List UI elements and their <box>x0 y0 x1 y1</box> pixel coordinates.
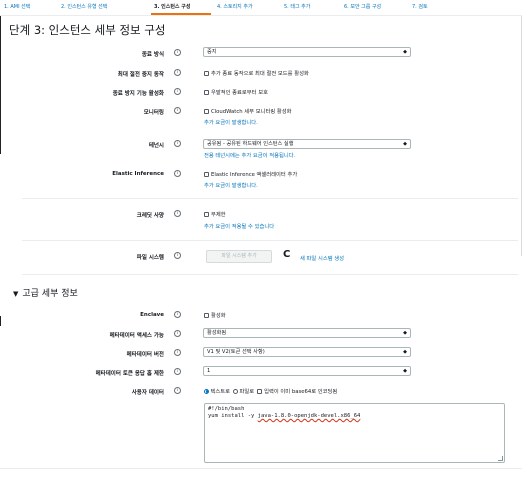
info-icon[interactable]: i <box>174 210 181 217</box>
refresh-icon[interactable]: C <box>283 249 290 260</box>
file-systems-label: 파일 시스템 <box>136 255 164 261</box>
metadata-version-value: V1 및 V2(토큰 선택 사항) <box>207 349 265 355</box>
checkbox[interactable] <box>204 211 209 217</box>
tenancy-label: 테넌시 <box>148 143 164 149</box>
step-storage[interactable]: 4. 스토리지 추가 <box>217 3 253 10</box>
checkbox-label: CloudWatch 세부 모니터링 활성화 <box>211 109 292 115</box>
termination-protection-option[interactable]: 우발적인 종료로부터 보호 <box>204 88 268 96</box>
info-icon[interactable]: i <box>174 368 181 375</box>
select-caret-icon: ◆ <box>403 141 407 147</box>
stop-hibernate-option[interactable]: 추가 종료 동작으로 최대 절전 모드를 활성화 <box>204 69 309 77</box>
info-icon[interactable]: i <box>174 330 181 337</box>
tenancy-charge-note: 전용 테넌시에는 추가 요금이 적용됩니다. <box>204 153 296 159</box>
as-text-label: 텍스트로 <box>210 389 231 395</box>
shutdown-behavior-label: 종료 방식 <box>141 52 164 58</box>
bottom-divider <box>0 468 522 469</box>
info-icon[interactable]: i <box>174 311 181 318</box>
step-configure[interactable]: 3. 인스턴스 구성 <box>154 3 190 10</box>
info-icon[interactable]: i <box>174 349 181 356</box>
enclave-option[interactable]: 활성화 <box>204 311 226 319</box>
step-review[interactable]: 7. 검토 <box>412 3 428 10</box>
credit-spec-label: 크레딧 사양 <box>136 213 164 219</box>
select-caret-icon: ◆ <box>403 330 407 336</box>
base64-checkbox-label: 입력이 이미 base64로 인코딩됨 <box>264 389 338 395</box>
tenancy-value: 공유됨 - 공유된 하드웨어 인스턴스 실행 <box>207 141 294 147</box>
advanced-details-toggle[interactable]: ▼ 고급 세부 정보 <box>13 286 78 299</box>
section-divider <box>22 274 518 275</box>
checkbox-label: 무제한 <box>211 212 226 218</box>
elastic-inference-label: Elastic Inference <box>112 171 164 177</box>
tenancy-select[interactable]: 공유됨 - 공유된 하드웨어 인스턴스 실행 ◆ <box>203 139 411 149</box>
info-icon[interactable]: i <box>174 140 181 147</box>
create-file-system-link[interactable]: 새 파일 시스템 생성 <box>300 254 344 262</box>
as-file-label: 파일로 <box>239 389 255 395</box>
checkbox[interactable] <box>204 171 209 177</box>
metadata-hop-limit-label: 메타데이터 토큰 응답 홉 제한 <box>95 371 164 377</box>
checkbox-label: Elastic Inference 액셀러레이터 추가 <box>211 172 298 178</box>
user-data-label: 사용자 데이터 <box>131 390 164 396</box>
checkbox[interactable] <box>204 312 209 318</box>
info-icon[interactable]: i <box>174 49 181 56</box>
credit-spec-charge-note: 추가 요금이 적용될 수 있습니다 <box>204 224 275 230</box>
user-data-line-1: #!/bin/bash <box>208 406 245 412</box>
step-instance-type[interactable]: 2. 인스턴스 유형 선택 <box>61 3 107 10</box>
checkbox[interactable] <box>204 108 209 114</box>
as-file-radio[interactable] <box>233 388 238 394</box>
user-data-input-mode: 텍스트로 파일로 입력이 이미 base64로 인코딩됨 <box>204 387 337 395</box>
monitoring-label: 모니터링 <box>143 110 164 116</box>
info-icon[interactable]: i <box>174 88 181 95</box>
left-border-lower <box>0 316 1 326</box>
base64-checkbox[interactable] <box>257 388 263 394</box>
info-icon[interactable]: i <box>174 387 181 394</box>
monitoring-option[interactable]: CloudWatch 세부 모니터링 활성화 <box>204 107 292 115</box>
active-step-indicator <box>151 13 211 15</box>
checkbox-label: 활성화 <box>211 313 226 319</box>
stop-hibernate-label: 최대 절전 중지 동작 <box>117 72 164 78</box>
step-ami[interactable]: 1. AMI 선택 <box>4 3 30 10</box>
shutdown-behavior-value: 중지 <box>207 49 217 55</box>
page-title: 단계 3: 인스턴스 세부 정보 구성 <box>9 23 166 37</box>
metadata-accessible-value: 활성화됨 <box>207 330 227 336</box>
step-tags[interactable]: 5. 태그 추가 <box>284 3 310 10</box>
user-data-command: yum install -y <box>208 413 258 419</box>
section-divider <box>22 240 518 241</box>
user-data-package: java-1.8.0-openjdk-devel.x86_64 <box>257 413 361 419</box>
info-icon[interactable]: i <box>174 170 181 177</box>
checkbox[interactable] <box>204 70 209 76</box>
select-caret-icon: ◆ <box>403 349 407 355</box>
metadata-accessible-select[interactable]: 활성화됨 ◆ <box>203 328 411 338</box>
elastic-inference-charge-note: 추가 요금이 발생합니다. <box>204 183 258 189</box>
metadata-hop-limit-value: 1 <box>207 368 211 374</box>
metadata-version-select[interactable]: V1 및 V2(토큰 선택 사항) ◆ <box>203 347 411 357</box>
expand-icon: ▼ <box>13 290 19 298</box>
metadata-version-label: 메타데이터 버전 <box>126 352 164 358</box>
monitoring-charge-note: 추가 요금이 발생합니다. <box>204 120 258 126</box>
checkbox-label: 우발적인 종료로부터 보호 <box>211 90 268 96</box>
info-icon[interactable]: i <box>174 107 181 114</box>
section-divider <box>22 198 518 199</box>
select-caret-icon: ◆ <box>403 368 407 374</box>
left-border <box>0 16 1 154</box>
user-data-textarea[interactable]: #!/bin/bash yum install -y java-1.8.0-op… <box>204 403 505 463</box>
enclave-label: Enclave <box>140 312 164 318</box>
wizard-steps: 1. AMI 선택 2. 인스턴스 유형 선택 3. 인스턴스 구성 4. 스토… <box>0 0 522 16</box>
resize-handle-icon[interactable] <box>498 456 503 461</box>
credit-spec-option[interactable]: 무제한 <box>204 210 226 218</box>
advanced-details-title: 고급 세부 정보 <box>22 289 78 299</box>
add-file-system-button[interactable]: 파일 시스템 추가 <box>206 250 272 263</box>
user-data-line-2: yum install -y java-1.8.0-openjdk-devel.… <box>208 413 501 420</box>
info-icon[interactable]: i <box>174 252 181 259</box>
checkbox-label: 추가 종료 동작으로 최대 절전 모드를 활성화 <box>211 71 309 77</box>
elastic-inference-option[interactable]: Elastic Inference 액셀러레이터 추가 <box>204 170 297 178</box>
step-security-group[interactable]: 6. 보안 그룹 구성 <box>344 3 381 10</box>
info-icon[interactable]: i <box>174 69 181 76</box>
termination-protection-label: 종료 방지 기능 활성화 <box>112 91 164 97</box>
shutdown-behavior-select[interactable]: 중지 ◆ <box>203 47 411 57</box>
select-caret-icon: ◆ <box>403 49 407 55</box>
metadata-accessible-label: 메타데이터 액세스 가능 <box>109 333 164 339</box>
as-text-radio[interactable] <box>204 388 209 394</box>
checkbox[interactable] <box>204 89 209 95</box>
metadata-hop-limit-select[interactable]: 1 ◆ <box>203 366 411 376</box>
